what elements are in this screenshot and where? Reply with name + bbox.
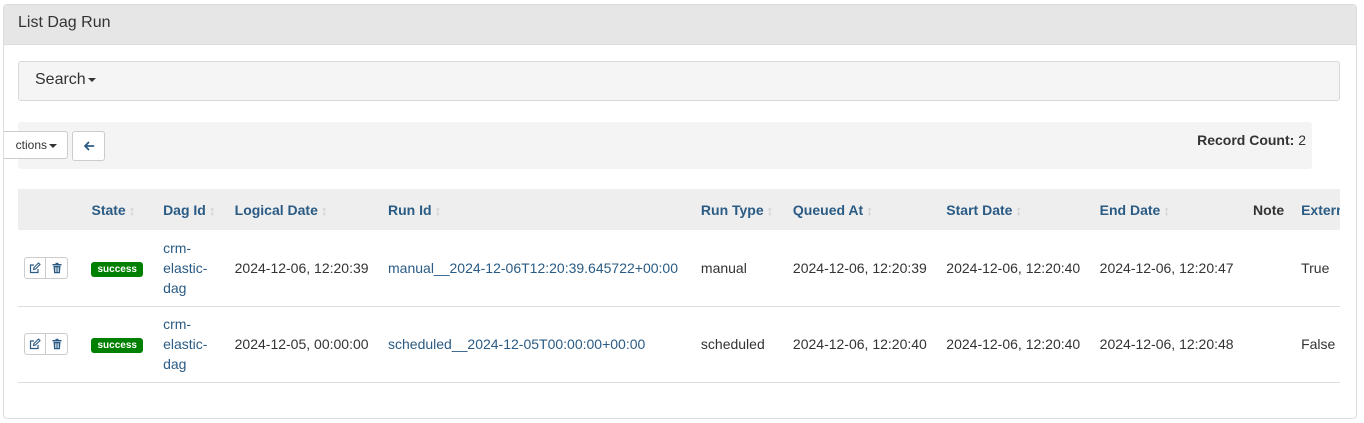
sort-icon: ↕ [434,202,442,218]
col-run-type-header[interactable]: Run Type ↕ [695,189,787,230]
col-end-date-label: End Date [1099,201,1161,218]
table-header-row: State ↕ Dag Id ↕ Logical Date ↕ Run Id ↕ Run… [18,189,1340,230]
queued-at-cell: 2024-12-06, 12:20:39 [786,230,941,307]
col-state-label: State [91,201,126,218]
end-date-cell: 2024-12-06, 12:20:48 [1093,306,1248,383]
delete-button[interactable] [46,256,68,279]
table-row: success crm-elastic-dag 2024-12-06, 12:2… [18,230,1340,307]
col-end-date-header[interactable]: End Date ↕ [1094,189,1247,230]
dag-id-link[interactable]: crm-elastic-dag [163,316,207,372]
record-count: Record Count: 2 [1197,132,1306,148]
col-actions-header [18,189,85,230]
run-id-link[interactable]: scheduled__2024-12-05T00:00:00+00:00 [388,336,645,352]
edit-icon [29,261,41,273]
dag-id-link[interactable]: crm-elastic-dag [163,240,207,296]
search-toggle[interactable]: Search [18,61,1340,101]
actions-label: ctions [15,138,47,152]
back-button[interactable] [72,131,105,161]
arrow-left-icon [83,141,94,151]
search-label: Search [35,71,86,88]
queued-at-cell: 2024-12-06, 12:20:40 [786,306,941,383]
sort-icon: ↕ [866,202,873,218]
actions-dropdown-button[interactable]: ctions [4,131,68,159]
edit-icon [29,338,41,350]
panel-title: List Dag Run [4,5,1356,45]
status-badge: success [91,338,143,353]
external-trigger-cell: False [1295,306,1340,383]
row-action-buttons [24,333,68,355]
list-dag-run-panel: List Dag Run Search ctions Record Count:… [3,4,1357,419]
status-badge: success [91,261,143,277]
trash-icon [52,338,61,350]
external-trigger-cell: True [1295,230,1340,307]
sort-icon: ↕ [128,202,136,218]
state-cell: success [85,230,158,307]
caret-down-icon [87,77,96,82]
run-type-cell: scheduled [694,306,787,383]
start-date-cell: 2024-12-06, 12:20:40 [940,306,1094,383]
run-id-link[interactable]: manual__2024-12-06T12:20:39.645722+00:00 [388,260,678,276]
sort-icon: ↕ [208,202,216,218]
row-action-buttons [24,256,68,279]
col-logical-date-header[interactable]: Logical Date ↕ [229,189,382,230]
col-run-id-header[interactable]: Run Id ↕ [382,189,695,230]
col-external-trigger-label: External T [1301,201,1340,218]
start-date-cell: 2024-12-06, 12:20:40 [940,230,1094,307]
col-queued-at-label: Queued At [792,201,864,218]
end-date-cell: 2024-12-06, 12:20:47 [1093,230,1248,307]
logical-date-cell: 2024-12-05, 00:00:00 [228,306,383,383]
note-cell [1247,306,1296,383]
col-logical-date-label: Logical Date [234,201,318,218]
record-count-value: 2 [1298,132,1306,148]
col-start-date-header[interactable]: Start Date ↕ [940,189,1093,230]
sort-icon: ↕ [1015,202,1022,218]
col-external-trigger-header[interactable]: External T [1295,189,1340,230]
sort-icon: ↕ [320,202,328,218]
col-note-header: Note [1247,189,1295,230]
col-run-type-label: Run Type [700,201,764,218]
delete-button[interactable] [46,333,68,355]
logical-date-cell: 2024-12-06, 12:20:39 [228,230,383,307]
run-id-cell: manual__2024-12-06T12:20:39.645722+00:00 [382,230,695,307]
row-actions-cell [18,306,86,383]
caret-down-icon [49,143,57,148]
col-queued-at-header[interactable]: Queued At ↕ [787,189,940,230]
dag-run-table: State ↕ Dag Id ↕ Logical Date ↕ Run Id ↕ Run… [18,189,1340,383]
sort-icon: ↕ [1163,202,1170,218]
record-count-label: Record Count: [1197,132,1295,148]
note-cell [1247,230,1296,307]
col-state-header[interactable]: State ↕ [85,189,157,230]
toolbar: ctions Record Count: 2 [4,122,1312,169]
table-row: success crm-elastic-dag 2024-12-05, 00:0… [18,306,1340,383]
col-dag-id-label: Dag Id [163,201,206,218]
col-dag-id-header[interactable]: Dag Id ↕ [157,189,229,230]
edit-button[interactable] [24,256,46,279]
trash-icon [52,262,61,273]
col-start-date-label: Start Date [946,201,1013,218]
col-note-label: Note [1253,201,1285,218]
edit-button[interactable] [24,333,46,355]
dag-id-cell: crm-elastic-dag [157,230,229,307]
sort-icon: ↕ [766,202,774,218]
row-actions-cell [18,230,86,307]
dag-run-table-container: State ↕ Dag Id ↕ Logical Date ↕ Run Id ↕ Run… [18,189,1340,385]
dag-id-cell: crm-elastic-dag [157,306,229,383]
run-id-cell: scheduled__2024-12-05T00:00:00+00:00 [382,306,695,383]
run-type-cell: manual [694,230,787,307]
col-run-id-label: Run Id [388,201,432,218]
state-cell: success [85,306,158,383]
